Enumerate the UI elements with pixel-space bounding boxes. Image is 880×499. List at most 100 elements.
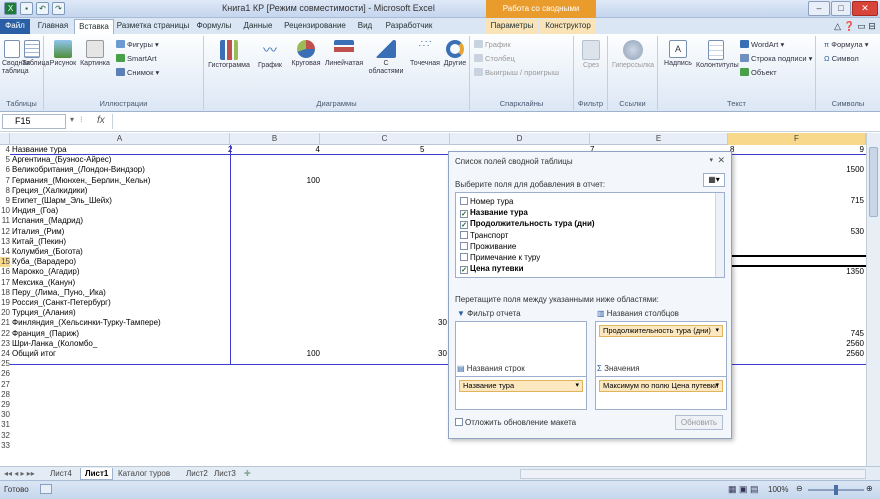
row-number[interactable]: 9 [0,196,10,206]
minimize-button[interactable]: – [808,1,830,16]
column-header-c[interactable]: C [320,133,450,145]
row-number[interactable]: 4 [0,145,10,155]
checkbox-icon[interactable] [460,253,468,261]
row-number[interactable]: 25 [0,359,10,369]
select-all-corner[interactable] [0,133,10,145]
sheet-nav-arrows[interactable]: ◂◂ ◂ ▸ ▸▸ [4,468,35,480]
worksheet-grid[interactable]: 4 Название тура 2 4 5 7 8 9 5 Аргентина_(Буэнос-А… [0,145,876,465]
row-number[interactable]: 33 [0,441,10,451]
pie-chart-button[interactable]: Круговая [288,40,324,68]
values-area[interactable]: Максимум по полю Цена путевки ▾ [595,376,727,410]
close-button[interactable]: ✕ [852,1,878,16]
zoom-slider-thumb[interactable] [834,485,838,495]
row-number[interactable]: 29 [0,400,10,410]
cell-a[interactable]: Греция_(Халкидики) [12,186,230,196]
cell-g[interactable]: 1500 [800,165,864,175]
cell-a[interactable]: Франция_(Париж) [12,329,230,339]
picture-button[interactable]: Рисунок [48,40,78,68]
field-item[interactable]: ✓ Продолжительность тура (дни) [460,218,595,230]
tab-data[interactable]: Данные [238,19,278,34]
redo-icon[interactable]: ↷ [52,2,65,15]
layout-options-button[interactable]: ▦▾ [703,173,725,187]
cell-c[interactable]: 100 [250,176,320,186]
column-header-f[interactable]: F [728,133,866,145]
cell-a[interactable]: Индия_(Гоа) [12,206,230,216]
zoom-in-icon[interactable]: ⊕ [866,484,873,493]
sheet-tab-catalog[interactable]: Каталог туров [118,468,170,480]
cell-a[interactable]: Куба_(Варадеро) [12,257,230,267]
scatter-chart-button[interactable]: ∴∵ Точечная [408,40,442,68]
cell-g[interactable]: 715 [800,196,864,206]
cell-a[interactable]: Великобритания_(Лондон-Виндзор) [12,165,230,175]
row-number[interactable]: 16 [0,267,10,277]
tab-design[interactable]: Конструктор [540,19,596,34]
tab-file[interactable]: Файл [0,19,30,34]
header-footer-button[interactable]: Колонтитулы [696,40,739,70]
cell-c[interactable]: 100 [250,349,320,359]
tab-home[interactable]: Главная [34,19,72,34]
cell-a[interactable]: Общий итог [12,349,230,359]
cell-g[interactable]: 1350 [800,267,864,277]
row-number[interactable]: 27 [0,380,10,390]
symbol-button[interactable]: Ω Символ [824,54,859,63]
panel-close-icon[interactable]: ✕ [717,155,725,166]
cell-a[interactable]: Перу_(Лима,_Пуно,_Ика) [12,288,230,298]
field-item[interactable]: Проживание [460,241,516,252]
vertical-scrollbar[interactable] [866,133,880,466]
column-header-e[interactable]: E [590,133,728,145]
formula-input[interactable] [112,114,872,129]
area-chart-button[interactable]: С областями [366,40,406,76]
row-number[interactable]: 23 [0,339,10,349]
row-number[interactable]: 5 [0,155,10,165]
field-list-scrollbar[interactable] [715,193,724,277]
cell-a[interactable]: Россия_(Санкт-Петербург) [12,298,230,308]
zoom-level[interactable]: 100% [768,485,788,494]
column-header-a[interactable]: A [10,133,230,145]
slicer-button[interactable]: Срез [576,40,606,70]
row-number[interactable]: 15 [0,257,10,268]
tab-page-layout[interactable]: Разметка страницы [116,19,190,34]
row-number[interactable]: 18 [0,288,10,298]
row-number[interactable]: 28 [0,390,10,400]
cell-a[interactable]: Марокко_(Агадир) [12,267,230,277]
row-number[interactable]: 32 [0,431,10,441]
row-number[interactable]: 20 [0,308,10,318]
column-chart-button[interactable]: Гистограмма [206,40,252,70]
panel-menu-icon[interactable]: ▾ [709,156,713,164]
cell-g[interactable]: 745 [800,329,864,339]
cell-a[interactable]: Италия_(Рим) [12,227,230,237]
line-chart-button[interactable]: 〰 График [254,40,286,70]
cell-a[interactable]: Германия_(Мюнхен,_Берлин,_Кельн) [12,176,230,186]
row-number[interactable]: 17 [0,278,10,288]
update-button[interactable]: Обновить [675,415,723,430]
view-buttons[interactable]: ▦ ▣ ▤ [728,484,759,495]
cell-a[interactable]: Аргентина_(Буэнос-Айрес) [12,155,230,165]
row-number[interactable]: 11 [0,216,10,226]
checkbox-checked-icon[interactable]: ✓ [460,266,468,275]
cell-a[interactable]: Мексика_(Канун) [12,278,230,288]
row-number[interactable]: 10 [0,206,10,216]
horizontal-scrollbar[interactable] [520,469,866,479]
macro-record-icon[interactable] [40,484,52,494]
scroll-thumb[interactable] [869,147,878,217]
sheet-tab-list2[interactable]: Лист2 [186,468,208,480]
screenshot-button[interactable]: Снимок ▾ [116,68,159,77]
active-cell-f15[interactable] [728,255,876,267]
field-item[interactable]: ✓ Название тура [460,207,528,219]
clipart-button[interactable]: Картинка [80,40,110,68]
name-box-dropdown-icon[interactable]: ▾ [70,115,74,124]
sparkline-winloss-button[interactable]: Выигрыш / проигрыш [474,68,559,77]
other-charts-button[interactable]: Другие [442,40,468,68]
cell-a[interactable]: Испания_(Мадрид) [12,216,230,226]
field-item[interactable]: Транспорт [460,230,508,241]
cell-a[interactable]: Турция_(Алания) [12,308,230,318]
cancel-formula-icon[interactable]: ⁝ [80,115,83,124]
tab-options[interactable]: Параметры [486,19,538,34]
sparkline-line-button[interactable]: График [474,40,511,49]
column-header-b[interactable]: B [230,133,320,145]
checkbox-icon[interactable] [460,197,468,205]
sheet-tab-list3[interactable]: Лист3 [214,468,236,480]
checkbox-icon[interactable] [460,241,468,250]
chevron-down-icon[interactable]: ▾ [575,381,579,391]
insert-sheet-icon[interactable]: ✚ [244,468,251,480]
